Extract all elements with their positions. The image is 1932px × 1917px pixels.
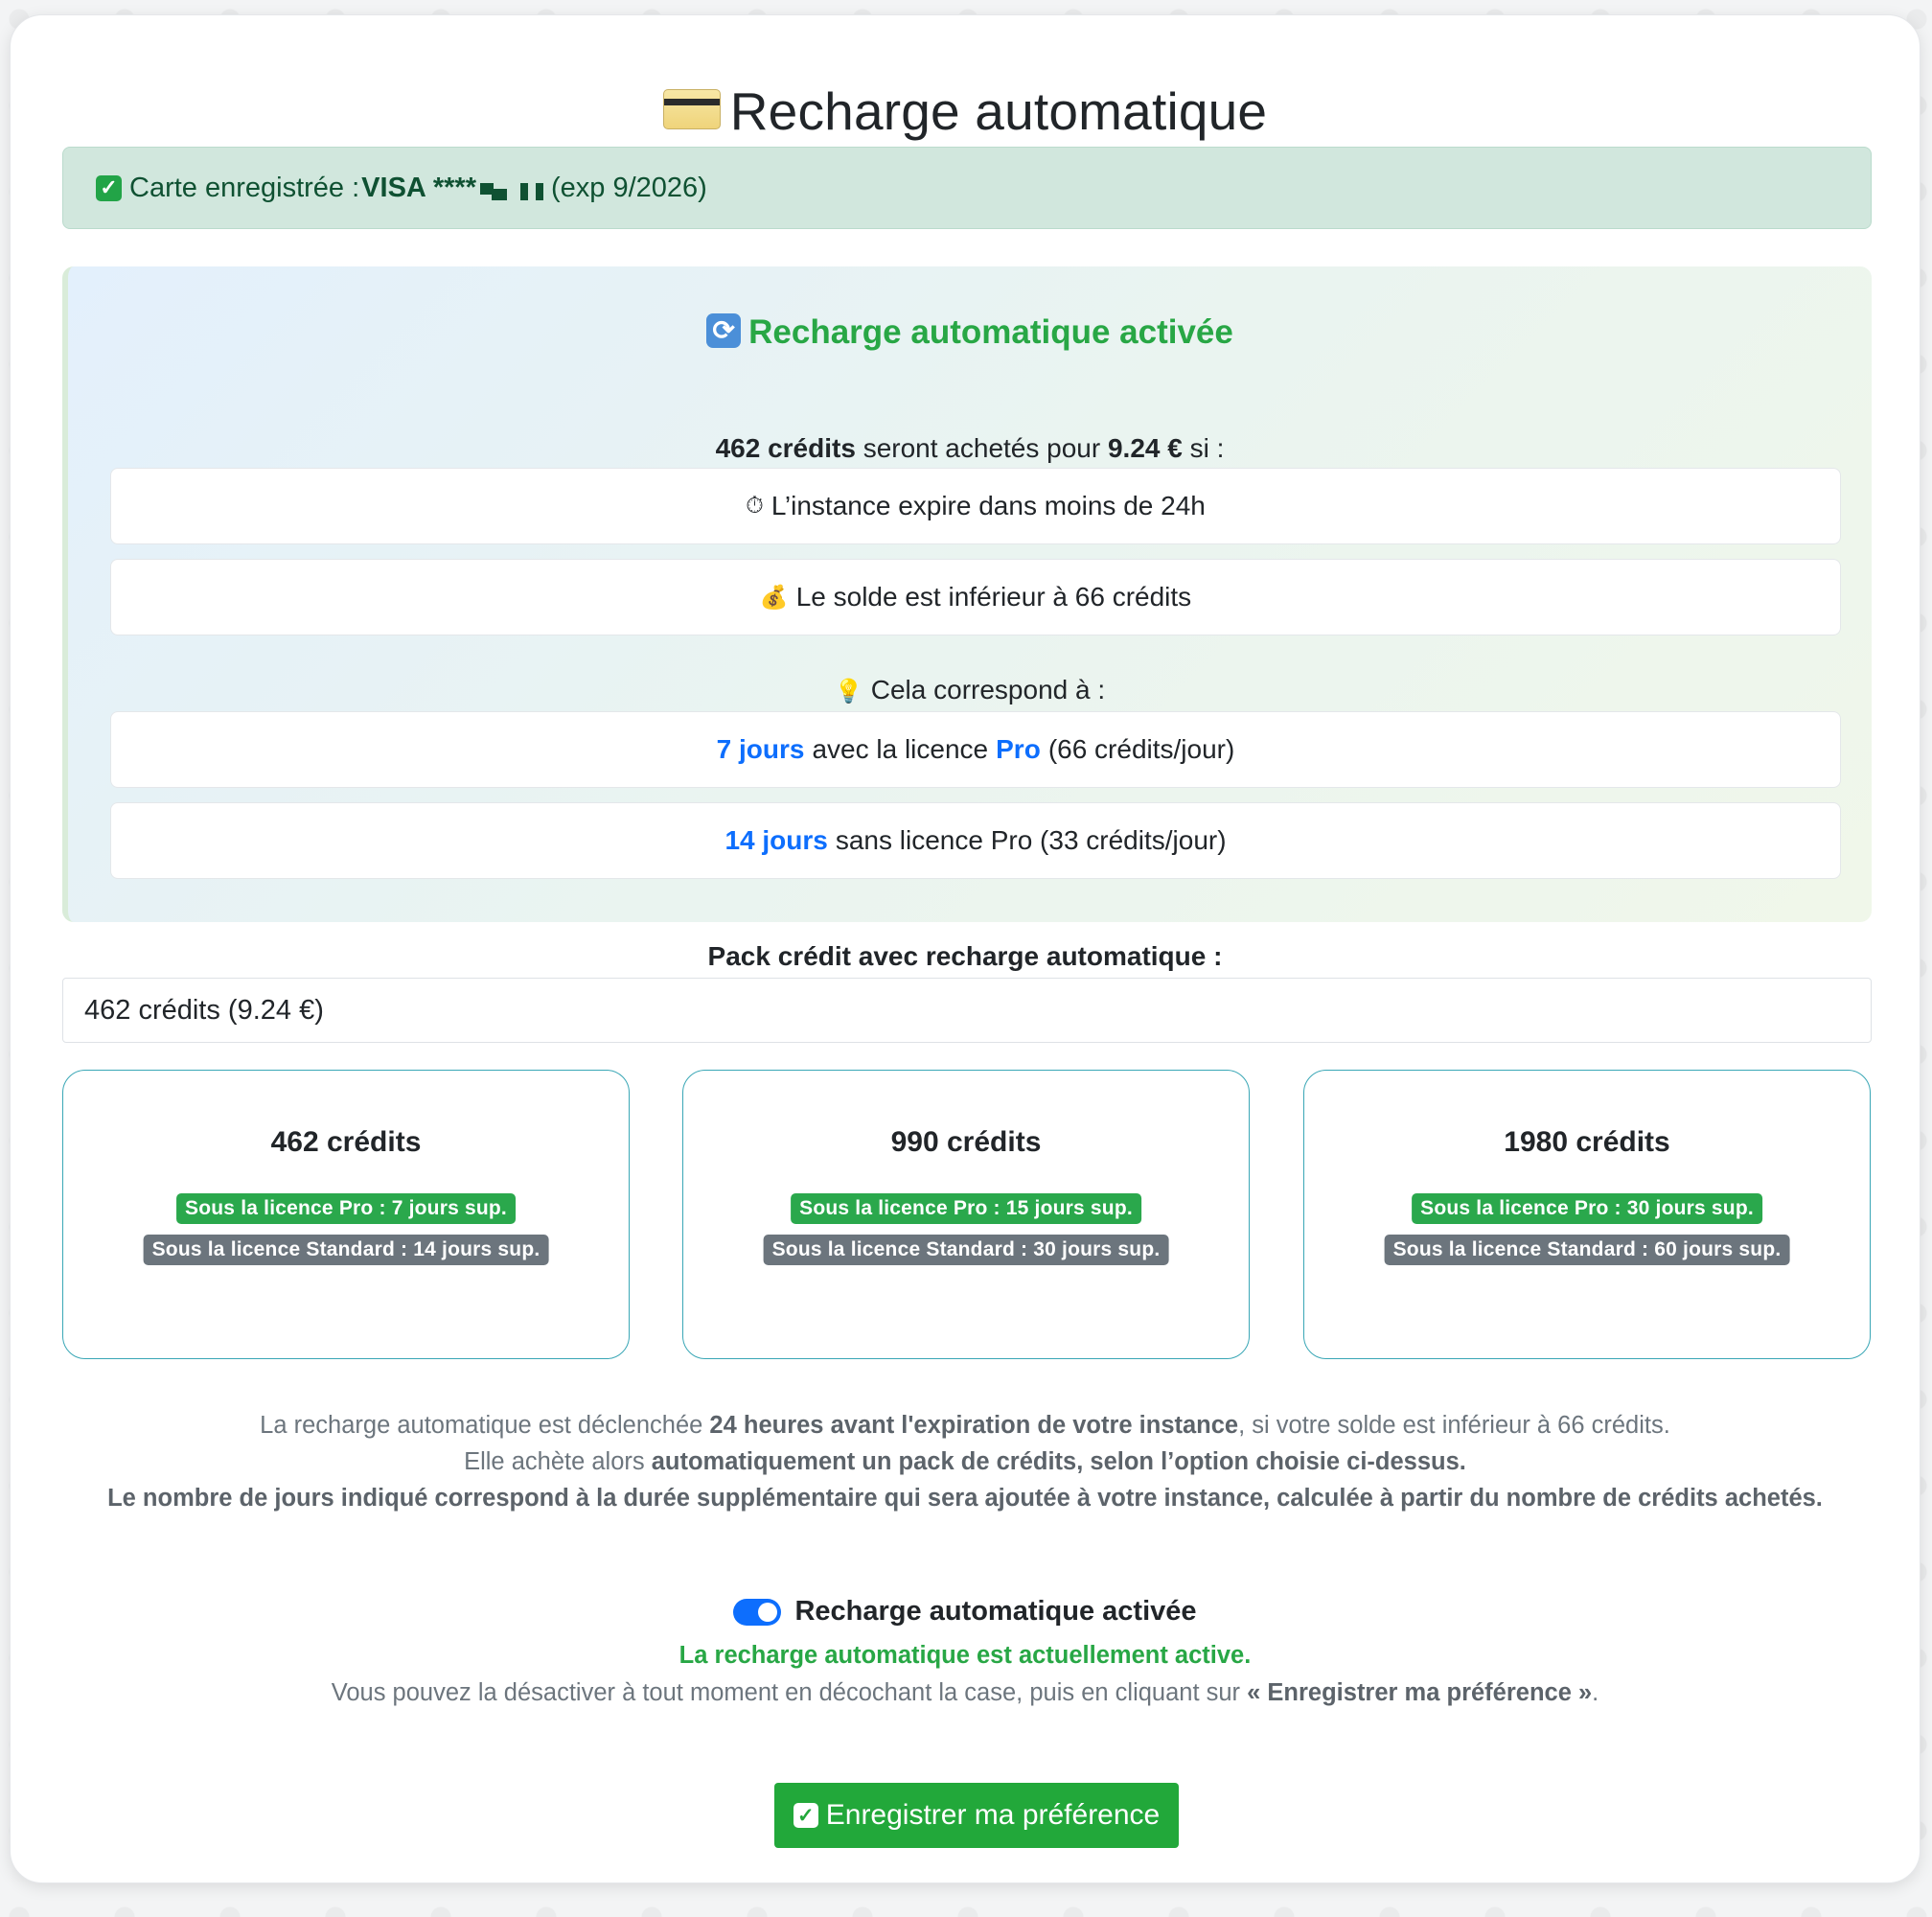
info-line-3-text: Le nombre de jours indiqué correspond à …	[107, 1485, 1823, 1512]
description-button-ref: « Enregistrer ma préférence »	[1247, 1679, 1593, 1706]
standard-badge: Sous la licence Standard : 60 jours sup.	[1384, 1235, 1790, 1265]
equivalence-hint: 💡 Cela correspond à :	[68, 675, 1872, 705]
summary-end: si :	[1182, 433, 1225, 463]
check-icon: ✓	[793, 1803, 818, 1828]
pack-label: Pack crédit avec recharge automatique :	[707, 941, 1223, 971]
equivalent-pro-middle: avec la licence	[812, 734, 989, 764]
info-line-2: Elle achète alors automatiquement un pac…	[87, 1444, 1843, 1480]
pack-option-title: 1980 crédits	[1504, 1126, 1670, 1158]
auto-recharge-switch[interactable]	[733, 1598, 782, 1626]
auto-recharge-title-text: Recharge automatique activée	[748, 313, 1233, 351]
pack-option-title: 462 crédits	[270, 1126, 422, 1158]
auto-recharge-toggle-row: Recharge automatique activée	[11, 1596, 1920, 1628]
pro-badge: Sous la licence Pro : 7 jours sup.	[176, 1193, 516, 1224]
info-line-1a: La recharge automatique est déclenchée	[260, 1412, 710, 1439]
credit-card-icon	[662, 89, 721, 130]
pack-select[interactable]: 462 crédits (9.24 €)	[62, 978, 1872, 1043]
money-bag-icon: 💰	[759, 584, 789, 611]
summary-middle: seront achetés pour	[855, 433, 1108, 463]
save-preference-label: Enregistrer ma préférence	[825, 1799, 1161, 1831]
auto-recharge-panel: ⟳ Recharge automatique activée 462 crédit…	[62, 266, 1872, 922]
info-line-1b: 24 heures avant l'expiration de votre in…	[709, 1412, 1239, 1439]
pack-option-title: 990 crédits	[890, 1126, 1042, 1158]
lightbulb-icon: 💡	[834, 679, 863, 704]
description-end: .	[1592, 1679, 1599, 1706]
license-pro: Pro	[996, 734, 1041, 764]
pro-badge: Sous la licence Pro : 15 jours sup.	[791, 1193, 1141, 1224]
card-number-masked: VISA ****	[361, 172, 476, 203]
pack-option-1980[interactable]: 1980 crédits Sous la licence Pro : 30 jo…	[1303, 1070, 1871, 1359]
redacted-digits	[479, 179, 547, 200]
condition-balance-text: Le solde est inférieur à 66 crédits	[795, 582, 1192, 612]
auto-recharge-status: La recharge automatique est actuellement…	[678, 1642, 1252, 1669]
auto-recharge-title: ⟳ Recharge automatique activée	[68, 312, 1872, 352]
pack-option-462[interactable]: 462 crédits Sous la licence Pro : 7 jour…	[62, 1070, 630, 1359]
condition-balance: 💰 Le solde est inférieur à 66 crédits	[110, 559, 1841, 635]
info-line-2b: automatiquement un pack de crédits, selo…	[651, 1448, 1466, 1475]
info-line-1: La recharge automatique est déclenchée 2…	[87, 1407, 1843, 1444]
info-line-1c: , si votre solde est inférieur à 66 créd…	[1238, 1412, 1670, 1439]
equivalent-standard-rest: sans licence Pro (33 crédits/jour)	[835, 825, 1227, 855]
recharge-card: Recharge automatique ✓ Carte enregistrée…	[10, 14, 1920, 1883]
rate-pro: (66 crédits/jour)	[1047, 734, 1235, 764]
equivalent-standard: 14 jours sans licence Pro (33 crédits/jo…	[110, 802, 1841, 879]
summary-credits: 462 crédits	[715, 433, 856, 463]
auto-recharge-switch-label[interactable]: Recharge automatique activée	[794, 1596, 1196, 1628]
pro-badge: Sous la licence Pro : 30 jours sup.	[1412, 1193, 1762, 1224]
card-expiry: (exp 9/2026)	[550, 172, 707, 203]
save-preference-button[interactable]: ✓ Enregistrer ma préférence	[774, 1783, 1179, 1848]
hint-text: Cela correspond à :	[870, 675, 1106, 704]
saved-card-alert: ✓ Carte enregistrée : VISA **** (exp 9/2…	[62, 147, 1872, 229]
check-icon: ✓	[96, 174, 122, 201]
condition-expiry-text: L’instance expire dans moins de 24h	[770, 491, 1206, 520]
pack-option-990[interactable]: 990 crédits Sous la licence Pro : 15 jou…	[682, 1070, 1250, 1359]
sync-icon: ⟳	[706, 312, 742, 348]
page-title-text: Recharge automatique	[729, 81, 1268, 141]
equivalent-pro: 7 jours avec la licence Pro (66 crédits/…	[110, 711, 1841, 788]
days-pro: 7 jours	[716, 734, 805, 764]
days-standard: 14 jours	[724, 825, 828, 855]
saved-card-label: Carte enregistrée :	[129, 172, 360, 203]
standard-badge: Sous la licence Standard : 30 jours sup.	[763, 1235, 1169, 1265]
page-title: Recharge automatique	[11, 81, 1920, 142]
recharge-summary: 462 crédits seront achetés pour 9.24 € s…	[68, 433, 1872, 464]
description-text: Vous pouvez la désactiver à tout moment …	[331, 1679, 1248, 1706]
info-line-3: Le nombre de jours indiqué correspond à …	[87, 1480, 1843, 1516]
auto-recharge-description: Vous pouvez la désactiver à tout moment …	[11, 1679, 1920, 1707]
condition-expiry: ⏱ L’instance expire dans moins de 24h	[110, 468, 1841, 544]
info-line-2a: Elle achète alors	[464, 1448, 652, 1475]
pack-select-value: 462 crédits (9.24 €)	[84, 994, 324, 1026]
stopwatch-icon: ⏱	[746, 493, 764, 519]
summary-price: 9.24 €	[1107, 433, 1183, 463]
standard-badge: Sous la licence Standard : 14 jours sup.	[143, 1235, 549, 1265]
